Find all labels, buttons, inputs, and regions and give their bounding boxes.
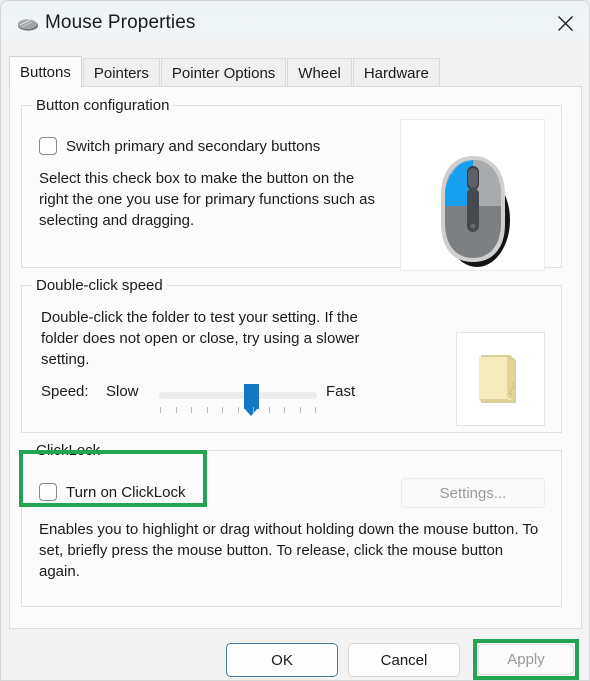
tab-label: Pointers xyxy=(93,64,149,82)
tab-pointers[interactable]: Pointers xyxy=(82,58,160,87)
double-click-speed-slider[interactable] xyxy=(159,378,317,416)
button-configuration-description: Select this check box to make the button… xyxy=(39,170,376,229)
slow-label: Slow xyxy=(106,383,139,400)
double-click-speed-legend: Double-click speed xyxy=(32,277,167,294)
turn-on-clicklock-checkbox[interactable] xyxy=(39,483,57,501)
tab-label: Pointer Options xyxy=(171,64,276,82)
apply-button[interactable]: Apply xyxy=(478,644,574,675)
mouse-properties-window: Mouse Properties Buttons Pointers Pointe… xyxy=(0,0,590,681)
switch-primary-secondary-label: Switch primary and secondary buttons xyxy=(66,137,321,155)
tab-strip: Buttons Pointers Pointer Options Wheel H… xyxy=(9,56,441,87)
tab-label: Buttons xyxy=(20,63,71,81)
double-click-speed-description: Double-click the folder to test your set… xyxy=(41,309,360,368)
clicklock-legend: ClickLock xyxy=(32,442,105,459)
turn-on-clicklock-checkbox-row[interactable]: Turn on ClickLock xyxy=(39,483,186,501)
switch-primary-secondary-checkbox-row[interactable]: Switch primary and secondary buttons xyxy=(39,137,320,155)
mouse-preview-pane xyxy=(400,119,545,271)
tab-wheel[interactable]: Wheel xyxy=(287,58,352,87)
tab-label: Hardware xyxy=(363,64,429,82)
button-configuration-legend: Button configuration xyxy=(32,97,174,114)
apply-button-label: Apply xyxy=(507,651,545,668)
speed-label: Speed: xyxy=(41,383,89,400)
clicklock-settings-button[interactable]: Settings... xyxy=(401,478,545,508)
folder-image xyxy=(479,355,516,403)
tab-pointer-options[interactable]: Pointer Options xyxy=(160,58,287,87)
folder-test-pane[interactable] xyxy=(456,332,545,426)
ok-button-label: OK xyxy=(271,651,293,669)
tab-label: Wheel xyxy=(298,64,341,82)
close-icon[interactable] xyxy=(541,1,589,45)
cancel-button-label: Cancel xyxy=(380,651,428,669)
tab-hardware[interactable]: Hardware xyxy=(352,58,440,87)
slider-thumb[interactable] xyxy=(244,384,259,416)
tab-buttons[interactable]: Buttons xyxy=(9,56,82,87)
slider-track[interactable] xyxy=(159,392,317,399)
mouse-icon xyxy=(17,16,39,32)
window-title: Mouse Properties xyxy=(45,12,196,33)
title-bar: Mouse Properties xyxy=(1,1,589,49)
fast-label: Fast xyxy=(326,383,356,400)
cancel-button[interactable]: Cancel xyxy=(348,643,460,677)
slider-ticks xyxy=(160,407,316,414)
ok-button[interactable]: OK xyxy=(226,643,338,677)
switch-primary-secondary-checkbox[interactable] xyxy=(39,137,57,155)
computer-mouse-image xyxy=(441,156,510,267)
clicklock-settings-label: Settings... xyxy=(439,484,507,502)
clicklock-description: Enables you to highlight or drag without… xyxy=(39,521,539,580)
turn-on-clicklock-label: Turn on ClickLock xyxy=(66,483,186,501)
